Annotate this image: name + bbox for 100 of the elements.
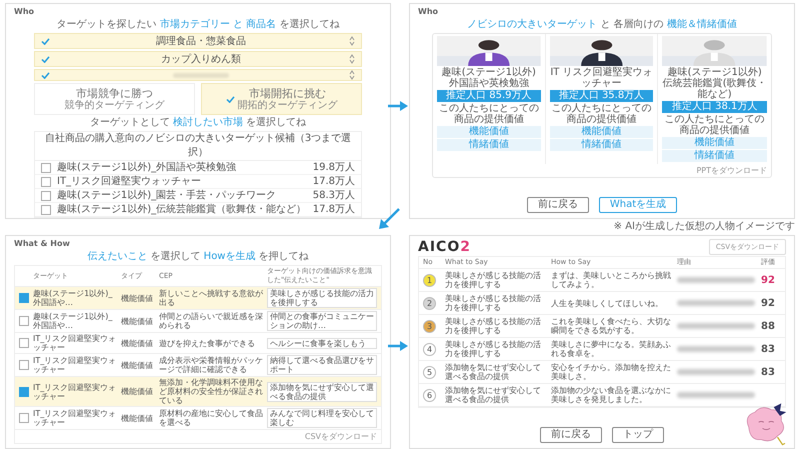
instruction-heading: 伝えたいこと を選択して Howを生成 を押してね	[87, 251, 309, 263]
score: 83	[761, 344, 776, 354]
table-cell: 新しいことへ挑戦する意欲が出る	[159, 289, 263, 307]
target-name: 趣味(ステージ1以外)_伝統芸能鑑賞（歌舞伎・能など）	[57, 203, 307, 216]
rank-badge: 3	[423, 320, 436, 332]
target-size: 58.3万人	[312, 189, 355, 202]
target-name: 趣味(ステージ1以外) 伝統芸能鑑賞(歌舞伎・能など)	[662, 67, 767, 100]
table-cell: IT_リスク回避堅実ウォッチャー	[33, 409, 117, 427]
table-cell-text: 添加物を気にせず安心して選べる食品の提供	[445, 363, 542, 381]
value-label: 機能価値	[662, 137, 767, 149]
top-button[interactable]: トップ	[612, 427, 664, 443]
input-field[interactable]: 納得して選べる食品選びをサポート	[267, 355, 377, 375]
table-cell-text: 機能価値	[121, 294, 154, 302]
logo: AICO2	[418, 239, 471, 255]
table-cell-text: 趣味(ステージ1以外)_外国語や…	[33, 312, 114, 330]
checkbox[interactable]	[41, 204, 51, 214]
rank-badge: 4	[423, 342, 436, 356]
instruction-heading: ターゲットとして 検討したい市場 を選択してね	[90, 117, 306, 129]
dropdown-field[interactable]	[34, 69, 362, 81]
population-bar: 推定人口 38.1万人	[662, 101, 767, 113]
score: 88	[761, 322, 776, 330]
table-cell: IT_リスク回避堅実ウォッチャー	[33, 334, 117, 352]
table-cell: 仲間との語らいで親近感を深められる	[159, 312, 263, 330]
check-icon	[226, 96, 234, 102]
table-cell: IT_リスク回避堅実ウォッチャー	[33, 382, 117, 400]
section-title: Who	[418, 7, 438, 17]
target-size: 17.8万人	[312, 175, 355, 188]
score: 92	[761, 276, 776, 284]
instruction-heading: ノビシロの大きいターゲット と 各層向けの 機能＆情緒価値	[467, 19, 737, 31]
section-title: What & How	[14, 239, 70, 249]
list-header: 自社商品の購入意向のノビシロの大きいターゲット候補（3つまで選択）	[35, 132, 361, 161]
back-button[interactable]: 前に戻る	[540, 427, 602, 443]
table-cell: 美味しさに夢中になる。笑顔あふれる食卓を。	[551, 340, 671, 358]
target-name: 趣味(ステージ1以外)_園芸・手芸・パッチワーク	[57, 189, 278, 202]
table-cell-text: 遊びを抑えた食事ができる	[159, 338, 256, 348]
target-name: 趣味(ステージ1以外)_外国語や英検勉強	[57, 161, 238, 174]
rank-badge: 5	[423, 366, 436, 378]
rank-badge: 6	[423, 388, 436, 402]
sort-arrows-icon	[349, 70, 355, 80]
value-label: 情緒価値	[550, 139, 654, 151]
target-name: 趣味(ステージ1以外) 外国語や英検勉強	[440, 67, 537, 89]
target-size: 17.8万人	[312, 203, 355, 216]
table-cell-text: 機能価値	[121, 414, 154, 422]
option-title: 市場開拓に挑む	[249, 86, 327, 100]
checkbox[interactable]	[41, 176, 51, 186]
target-name: IT_リスク回避堅実ウォッチャー	[57, 175, 202, 188]
table-cell-text: 人生を美味しくしてほしいね。	[551, 298, 664, 308]
back-button[interactable]: 前に戻る	[526, 197, 589, 213]
table-cell-text: 機能価値	[121, 387, 154, 396]
population-bar: 推定人口 85.9万人	[437, 90, 541, 102]
checkbox[interactable]	[19, 293, 29, 303]
score: 83	[761, 368, 776, 376]
checkbox[interactable]	[41, 190, 51, 200]
value-label: 機能価値	[437, 126, 541, 138]
input-field[interactable]: みんなで同じ料理を安心して楽しむ	[267, 408, 377, 428]
option-card[interactable]: 市場開拓に挑む 開拓的ターゲティング	[201, 83, 362, 115]
rank-badge: 1	[423, 274, 436, 286]
option-title: 市場競争に勝つ	[76, 86, 154, 100]
table-cell-text: 趣味(ステージ1以外)_外国語や…	[33, 289, 114, 307]
checkbox[interactable]	[41, 162, 51, 172]
checkbox[interactable]	[19, 360, 29, 370]
input-field[interactable]: ヘルシーに食事を楽しもう	[267, 338, 377, 348]
option-subtitle: 競争的ターゲティング	[64, 100, 164, 112]
population-bar: 推定人口 35.8万人	[550, 90, 654, 102]
arrow	[388, 340, 408, 352]
score: 92	[761, 298, 776, 308]
value-title: この人たちにとっての商品の提供価値	[664, 114, 766, 136]
table-cell: 原材料の産地に安心して食品を選べる	[159, 409, 263, 427]
table-cell-text: 美味しさが感じる技能の活力を後押しする	[445, 271, 542, 289]
value-label: 情緒価値	[437, 139, 541, 151]
checkbox[interactable]	[19, 386, 29, 396]
table-cell-text: 美味しさが感じる技能の活力を後押しする	[445, 317, 542, 335]
arrow	[378, 208, 400, 230]
table-cell: 安心をイチから。添加物を控えた美味しさ。	[551, 363, 671, 381]
value-label: 機能価値	[550, 126, 654, 138]
table-cell: IT_リスク回避堅実ウォッチャー	[33, 356, 117, 374]
value-title: この人たちにとっての商品の提供価値	[550, 103, 652, 125]
dropdown-field[interactable]: 調理食品・惣菜食品	[34, 33, 362, 49]
sort-arrows-icon	[349, 36, 355, 46]
table-cell-text: 美味しさが感じる技能の活力を後押しする	[445, 340, 542, 358]
input-field[interactable]: 美味しさが感じる技能の活力を後押しする	[267, 288, 377, 308]
table-cell-text: 添加物を気にせず安心して選べる食品の提供	[445, 386, 542, 404]
value-title: この人たちにとっての商品の提供価値	[438, 103, 540, 125]
table-cell: これを美味しく食べたら、大切な瞬間をできる気がする。	[551, 317, 671, 335]
table-cell-text: 美味しさが感じる技能の活力を後押しする	[445, 294, 542, 312]
checkbox[interactable]	[19, 338, 29, 348]
rank-badge: 2	[423, 296, 436, 310]
table-cell: 添加物の少ない食品を選ぶなかに美味しさを発見しました。	[551, 386, 671, 404]
table-cell-text: 機能価値	[121, 360, 154, 370]
section-title: Who	[14, 7, 34, 17]
checkbox[interactable]	[19, 316, 29, 326]
input-field[interactable]: 仲間との食事がコミュニケーションの助け…	[267, 311, 377, 331]
dropdown-field[interactable]: カップ入りめん類	[34, 51, 362, 67]
table-cell: 成分表示や栄養情報がパッケージで詳細に確認できる	[159, 356, 263, 374]
checkbox[interactable]	[19, 413, 29, 423]
input-field[interactable]: 添加物を気にせず安心して選べる食品の提供	[267, 382, 377, 402]
arrow	[388, 100, 408, 112]
instruction-heading: ターゲットを探したい 市場カテゴリー と 商品名 を選択してね	[56, 19, 340, 31]
table-cell: まずは、美味しいところから挑戦してみよう。	[551, 271, 671, 289]
option-card[interactable]: 市場競争に勝つ 競争的ターゲティング	[34, 83, 195, 115]
